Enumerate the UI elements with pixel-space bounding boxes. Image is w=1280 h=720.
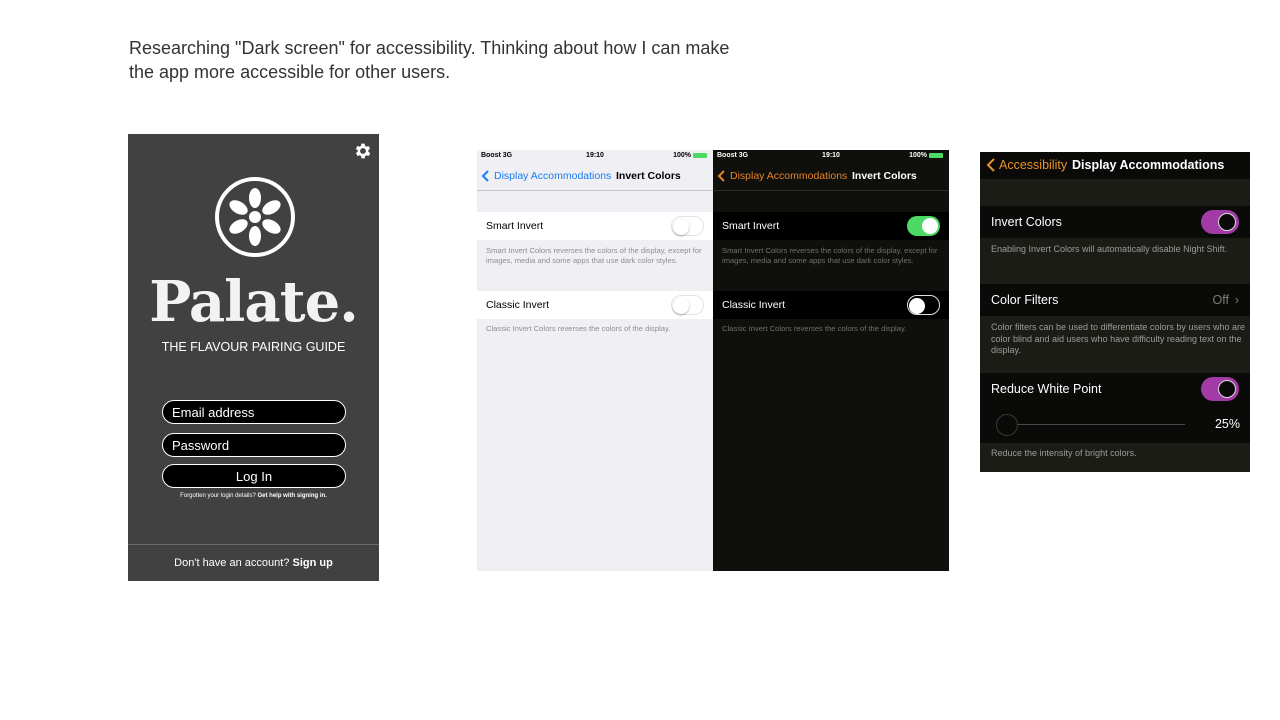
classic-invert-label: Classic Invert bbox=[486, 299, 550, 311]
forgot-login-text: Forgotten your login details? Get help w… bbox=[128, 493, 379, 499]
password-field[interactable]: Password bbox=[162, 433, 346, 457]
reduce-white-point-label: Reduce White Point bbox=[991, 382, 1102, 396]
forgot-help-link[interactable]: Get help with signing in. bbox=[258, 493, 327, 499]
ios-invert-colors-dark: Boost 3G 19:10 100% Display Accommodatio… bbox=[713, 150, 949, 571]
lemon-logo-icon bbox=[215, 177, 295, 257]
note-line-2: the app more accessible for other users. bbox=[129, 62, 451, 82]
status-bar: Boost 3G 19:10 100% bbox=[713, 150, 949, 163]
chevron-right-icon: › bbox=[1234, 293, 1239, 307]
color-filters-value: Off bbox=[1212, 293, 1229, 307]
nav-bar: Display Accommodations Invert Colors bbox=[477, 164, 713, 190]
page-title: Display Accommodations bbox=[1072, 158, 1225, 172]
slider-thumb[interactable] bbox=[996, 414, 1018, 436]
signup-link[interactable]: Sign up bbox=[292, 557, 332, 569]
classic-invert-label: Classic Invert bbox=[722, 299, 786, 311]
battery-indicator: 100% bbox=[673, 152, 707, 159]
reduce-white-point-toggle[interactable] bbox=[1201, 377, 1239, 401]
page-title: Invert Colors bbox=[616, 170, 681, 182]
battery-percent: 100% bbox=[673, 152, 691, 159]
nav-bar: Accessibility Display Accommodations bbox=[980, 152, 1250, 179]
classic-invert-row: Classic Invert bbox=[713, 291, 949, 319]
smart-invert-toggle[interactable] bbox=[671, 216, 704, 236]
color-filters-note: Color filters can be used to differentia… bbox=[991, 322, 1245, 355]
email-field[interactable]: Email address bbox=[162, 400, 346, 424]
signup-label: Don't have an account? bbox=[174, 557, 290, 569]
display-accommodations-screen: Accessibility Display Accommodations Inv… bbox=[980, 152, 1250, 472]
forgot-label: Forgotten your login details? bbox=[180, 493, 256, 499]
classic-invert-note: Classic Invert Colors reverses the color… bbox=[722, 324, 907, 333]
invert-colors-note: Enabling Invert Colors will automaticall… bbox=[991, 244, 1228, 254]
smart-invert-row: Smart Invert bbox=[713, 212, 949, 240]
divider bbox=[128, 544, 379, 545]
classic-invert-note: Classic Invert Colors reverses the color… bbox=[486, 324, 671, 333]
chevron-left-icon[interactable] bbox=[986, 158, 996, 175]
smart-invert-toggle[interactable] bbox=[907, 216, 940, 236]
battery-icon bbox=[929, 152, 943, 158]
color-filters-label: Color Filters bbox=[991, 293, 1059, 307]
invert-colors-toggle[interactable] bbox=[1201, 210, 1239, 234]
nav-bar: Display Accommodations Invert Colors bbox=[713, 164, 949, 190]
smart-invert-note: Smart Invert Colors reverses the colors … bbox=[486, 246, 702, 265]
divider bbox=[477, 190, 713, 191]
battery-indicator: 100% bbox=[909, 152, 943, 159]
battery-icon bbox=[693, 152, 707, 158]
reduce-white-point-note: Reduce the intensity of bright colors. bbox=[991, 448, 1137, 458]
white-point-slider-row: 25% bbox=[980, 405, 1250, 443]
invert-colors-row: Invert Colors bbox=[980, 206, 1250, 238]
smart-invert-label: Smart Invert bbox=[722, 220, 780, 232]
gear-icon[interactable] bbox=[353, 141, 373, 161]
page-title: Invert Colors bbox=[852, 170, 917, 182]
classic-invert-toggle[interactable] bbox=[671, 295, 704, 315]
divider bbox=[713, 190, 949, 191]
reduce-white-point-row: Reduce White Point bbox=[980, 373, 1250, 405]
classic-invert-toggle[interactable] bbox=[907, 295, 940, 315]
research-note: Researching "Dark screen" for accessibil… bbox=[129, 36, 769, 84]
signup-prompt: Don't have an account? Sign up bbox=[128, 557, 379, 569]
smart-invert-label: Smart Invert bbox=[486, 220, 544, 232]
smart-invert-note: Smart Invert Colors reverses the colors … bbox=[722, 246, 938, 265]
classic-invert-row: Classic Invert bbox=[477, 291, 713, 319]
note-line-1: Researching "Dark screen" for accessibil… bbox=[129, 38, 730, 58]
invert-colors-label: Invert Colors bbox=[991, 215, 1062, 229]
palate-brand-title: Palate. bbox=[149, 269, 358, 335]
palate-login-screen: Palate. THE FLAVOUR PAIRING GUIDE Email … bbox=[128, 134, 379, 581]
status-bar: Boost 3G 19:10 100% bbox=[477, 150, 713, 163]
battery-percent: 100% bbox=[909, 152, 927, 159]
smart-invert-row: Smart Invert bbox=[477, 212, 713, 240]
login-button[interactable]: Log In bbox=[162, 464, 346, 488]
color-filters-row[interactable]: Color Filters Off › bbox=[980, 284, 1250, 316]
slider-percent: 25% bbox=[1214, 417, 1240, 431]
ios-invert-colors-light: Boost 3G 19:10 100% Display Accommodatio… bbox=[477, 150, 713, 571]
slider-track bbox=[1001, 424, 1185, 425]
palate-tagline: THE FLAVOUR PAIRING GUIDE bbox=[161, 340, 346, 354]
back-button[interactable]: Accessibility bbox=[999, 158, 1067, 172]
